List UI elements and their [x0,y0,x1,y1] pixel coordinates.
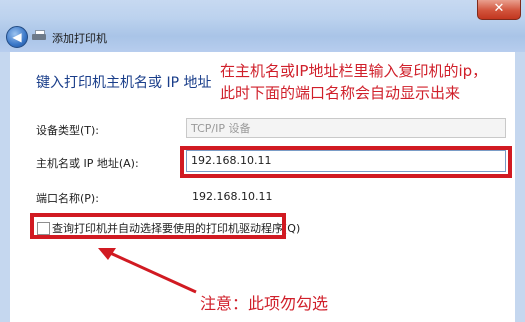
port-value: 192.168.10.11 [192,190,273,203]
printer-icon [32,30,46,42]
close-button[interactable]: ✕ [477,0,521,20]
window-title: 添加打印机 [52,32,107,45]
checkbox-highlight-box [30,213,286,239]
annotation-note: 注意：此项勿勾选 [200,294,329,313]
port-label: 端口名称(P): [36,192,99,205]
host-highlight-box [180,146,512,178]
host-label: 主机名或 IP 地址(A): [36,157,139,170]
title-bar: ✕ ◀ 添加打印机 [0,0,525,52]
device-type-label: 设备类型(T): [36,124,100,137]
window-frame-left [0,52,10,322]
window-frame-right [515,52,525,322]
back-button[interactable]: ◀ [6,26,28,48]
page-heading: 键入打印机主机名或 IP 地址 [36,75,212,91]
annotation-line-2: 此时下面的端口名称会自动显示出来 [220,84,461,102]
annotation-instruction: 在主机名或IP地址栏里输入复印机的ip， 此时下面的端口名称会自动显示出来 [220,60,487,104]
device-type-select: TCP/IP 设备 [186,118,506,138]
annotation-line-1: 在主机名或IP地址栏里输入复印机的ip， [220,62,488,80]
